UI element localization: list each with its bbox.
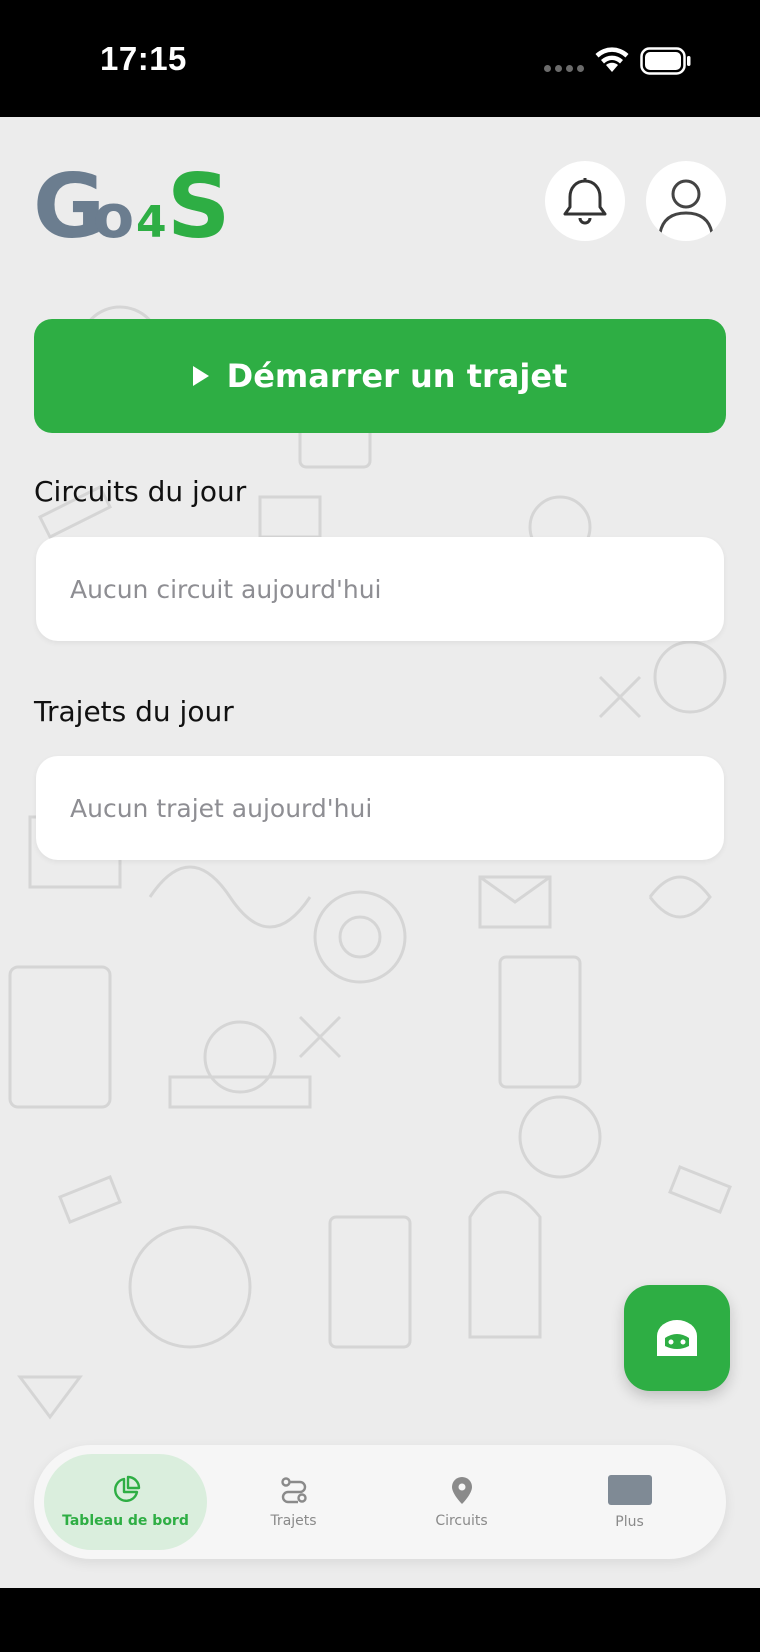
wifi-icon: [595, 47, 629, 72]
svg-text:G: G: [33, 159, 99, 249]
circuits-empty-text: Aucun circuit aujourd'hui: [70, 574, 382, 604]
bell-icon: [563, 178, 607, 225]
dashboard-icon: [113, 1475, 140, 1502]
circuits-section-title: Circuits du jour: [34, 475, 247, 508]
svg-text:o: o: [93, 182, 134, 249]
svg-text:S: S: [167, 159, 230, 249]
start-trip-label: Démarrer un trajet: [226, 357, 568, 395]
bottom-navigation: Tableau de bord Trajets Circuits Plus: [34, 1445, 726, 1559]
play-icon: [192, 366, 209, 386]
nav-label-dashboard: Tableau de bord: [62, 1513, 189, 1529]
trips-empty-text: Aucun trajet aujourd'hui: [70, 793, 373, 823]
battery-icon: [640, 47, 691, 75]
start-trip-button[interactable]: Démarrer un trajet: [34, 319, 726, 433]
nav-label-trips: Trajets: [270, 1513, 317, 1529]
home-indicator-area: [0, 1588, 760, 1652]
status-bar: 17:15: [0, 0, 760, 117]
svg-text:4: 4: [136, 197, 167, 248]
nav-item-more[interactable]: Plus: [548, 1454, 711, 1550]
nav-label-more: Plus: [615, 1514, 644, 1530]
more-icon: [607, 1475, 652, 1505]
route-icon: [280, 1477, 307, 1504]
trips-section-title: Trajets du jour: [34, 695, 234, 728]
user-icon: [658, 179, 714, 234]
status-time: 17:15: [100, 40, 187, 77]
profile-button[interactable]: [646, 161, 726, 241]
nav-item-circuits[interactable]: Circuits: [380, 1454, 543, 1550]
nav-item-trips[interactable]: Trajets: [212, 1454, 375, 1550]
app-screen: G o 4 S Démarrer un trajet Circuits du j…: [0, 117, 760, 1588]
go4s-logo: G o 4 S: [33, 159, 230, 249]
notifications-button[interactable]: [545, 161, 625, 241]
chat-bot-icon: [657, 1320, 697, 1356]
nav-item-dashboard[interactable]: Tableau de bord: [44, 1454, 207, 1550]
chat-bot-button[interactable]: [624, 1285, 730, 1391]
nav-label-circuits: Circuits: [435, 1513, 488, 1529]
location-pin-icon: [451, 1477, 472, 1504]
circuits-card: Aucun circuit aujourd'hui: [36, 537, 724, 641]
trips-card: Aucun trajet aujourd'hui: [36, 756, 724, 860]
cellular-signal-icon: [544, 65, 584, 72]
